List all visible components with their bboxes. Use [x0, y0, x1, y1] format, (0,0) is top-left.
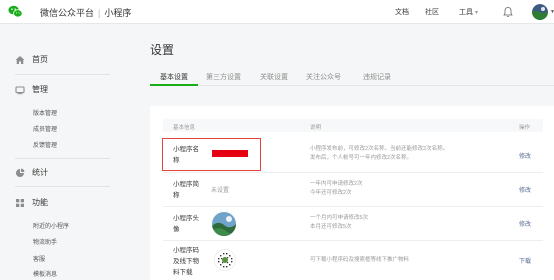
- sidebar-item-features[interactable]: 功能: [15, 197, 48, 208]
- tab-follow-official-account[interactable]: 关注公众号: [306, 72, 341, 82]
- tab-third-party-settings[interactable]: 第三方设置: [206, 72, 241, 82]
- avatar-chevron-icon[interactable]: ▼: [550, 9, 554, 15]
- column-header-basic-info: 基本信息: [173, 125, 196, 131]
- page-title: 设置: [150, 43, 175, 57]
- row-label: 小程序简称: [173, 181, 199, 199]
- download-code-link[interactable]: 下载: [519, 256, 531, 265]
- sidebar-item-customer-service[interactable]: 客服: [33, 254, 45, 263]
- brand-section: 小程序: [104, 8, 132, 18]
- sidebar-item-label: 管理: [32, 85, 48, 94]
- grid-icon: [16, 198, 24, 207]
- docs-link[interactable]: 文档: [395, 7, 409, 17]
- sidebar-divider: [15, 186, 110, 187]
- community-link[interactable]: 社区: [425, 7, 439, 17]
- sidebar-item-label: 首页: [32, 55, 48, 64]
- sidebar-item-label: 统计: [32, 168, 48, 177]
- sidebar-item-label: 功能: [32, 198, 48, 207]
- table-row: 小程序码及线下物料下载 可下载小程序码及搜索框等线下推广物料 下载: [163, 241, 543, 280]
- sidebar-item-nearby-miniprogram[interactable]: 附近的小程序: [33, 221, 69, 230]
- tab-violation-records[interactable]: 违规记录: [363, 72, 391, 82]
- row-label: 小程序头像: [173, 215, 199, 233]
- tools-label: 工具: [459, 9, 473, 16]
- miniprogram-code-image: [214, 249, 236, 271]
- brand-name: 微信公众平台: [40, 8, 95, 18]
- sidebar-item-version-manage[interactable]: 版本管理: [33, 108, 57, 117]
- home-icon: [15, 55, 25, 64]
- sidebar-item-stats[interactable]: 统计: [15, 167, 48, 178]
- sidebar-item-home[interactable]: 首页: [15, 54, 48, 65]
- redacted-name-value: [212, 150, 248, 157]
- modify-name-link[interactable]: 修改: [519, 151, 531, 160]
- tools-menu[interactable]: 工具 ▾: [459, 7, 478, 17]
- row-desc-line: 一年内可申请修改2次: [310, 181, 363, 187]
- tab-basic-settings[interactable]: 基本设置: [160, 72, 188, 82]
- basic-info-panel: 基本信息 说明 操作 小程序名称 小程序发布前，可修改2次名称。当前还能修改2次…: [150, 106, 554, 280]
- user-avatar[interactable]: [532, 4, 548, 20]
- sidebar-item-logistics-helper[interactable]: 物流助手: [33, 237, 57, 246]
- wechat-logo-icon[interactable]: [8, 4, 23, 19]
- sidebar-item-member-manage[interactable]: 成员管理: [33, 124, 57, 133]
- column-header-description: 说明: [310, 125, 322, 131]
- row-desc-line: 可下载小程序码及搜索框等线下推广物料: [310, 257, 410, 263]
- table-header: 基本信息 说明 操作: [163, 119, 543, 132]
- sidebar-divider: [15, 74, 110, 75]
- row-desc-line: 一个月内可申请修改5次: [310, 215, 369, 221]
- row-desc-line: 小程序发布前，可修改2次名称。当前还能修改2次名称。: [310, 146, 449, 152]
- short-name-value: 未设置: [211, 188, 230, 194]
- sidebar-item-manage[interactable]: 管理: [15, 84, 48, 95]
- brand-separator: |: [98, 8, 101, 18]
- chevron-down-icon: ▾: [474, 10, 478, 16]
- row-label: 小程序码及线下物料下载: [173, 247, 199, 276]
- modify-avatar-link[interactable]: 修改: [519, 219, 531, 228]
- sidebar: 首页 管理 版本管理 成员管理 反馈管理 统计 功能 附近的小程序 物流助手 客…: [0, 25, 125, 280]
- row-desc-line: 本月还可修改5次: [310, 224, 352, 230]
- active-tab-indicator: [150, 84, 198, 86]
- sidebar-divider: [15, 158, 110, 159]
- bell-icon[interactable]: [502, 6, 514, 18]
- monitor-icon: [15, 85, 25, 94]
- settings-tabs: 基本设置 第三方设置 关联设置 关注公众号 违规记录: [150, 66, 554, 86]
- top-bar: 微信公众平台 | 小程序 文档 社区 工具 ▾ ▼: [0, 0, 554, 24]
- row-desc-line: 发布后，个人帐号可一年内修改2次名称。: [310, 155, 413, 161]
- sidebar-item-template-message[interactable]: 模板消息: [33, 269, 57, 278]
- table-row: 小程序头像 一个月内可申请修改5次 本月还可修改5次 修改: [163, 207, 543, 241]
- table-row: 小程序简称 未设置 一年内可申请修改2次 今年还可修改2次 修改: [163, 173, 543, 207]
- row-desc-line: 今年还可修改2次: [310, 190, 352, 196]
- tab-related-settings[interactable]: 关联设置: [260, 72, 288, 82]
- miniprogram-avatar-image: [212, 212, 236, 236]
- column-header-operation: 操作: [519, 125, 531, 131]
- platform-brand[interactable]: 微信公众平台 | 小程序: [40, 6, 131, 19]
- pie-chart-icon: [16, 168, 25, 177]
- sidebar-item-feedback-manage[interactable]: 反馈管理: [33, 140, 57, 149]
- modify-short-name-link[interactable]: 修改: [519, 185, 531, 194]
